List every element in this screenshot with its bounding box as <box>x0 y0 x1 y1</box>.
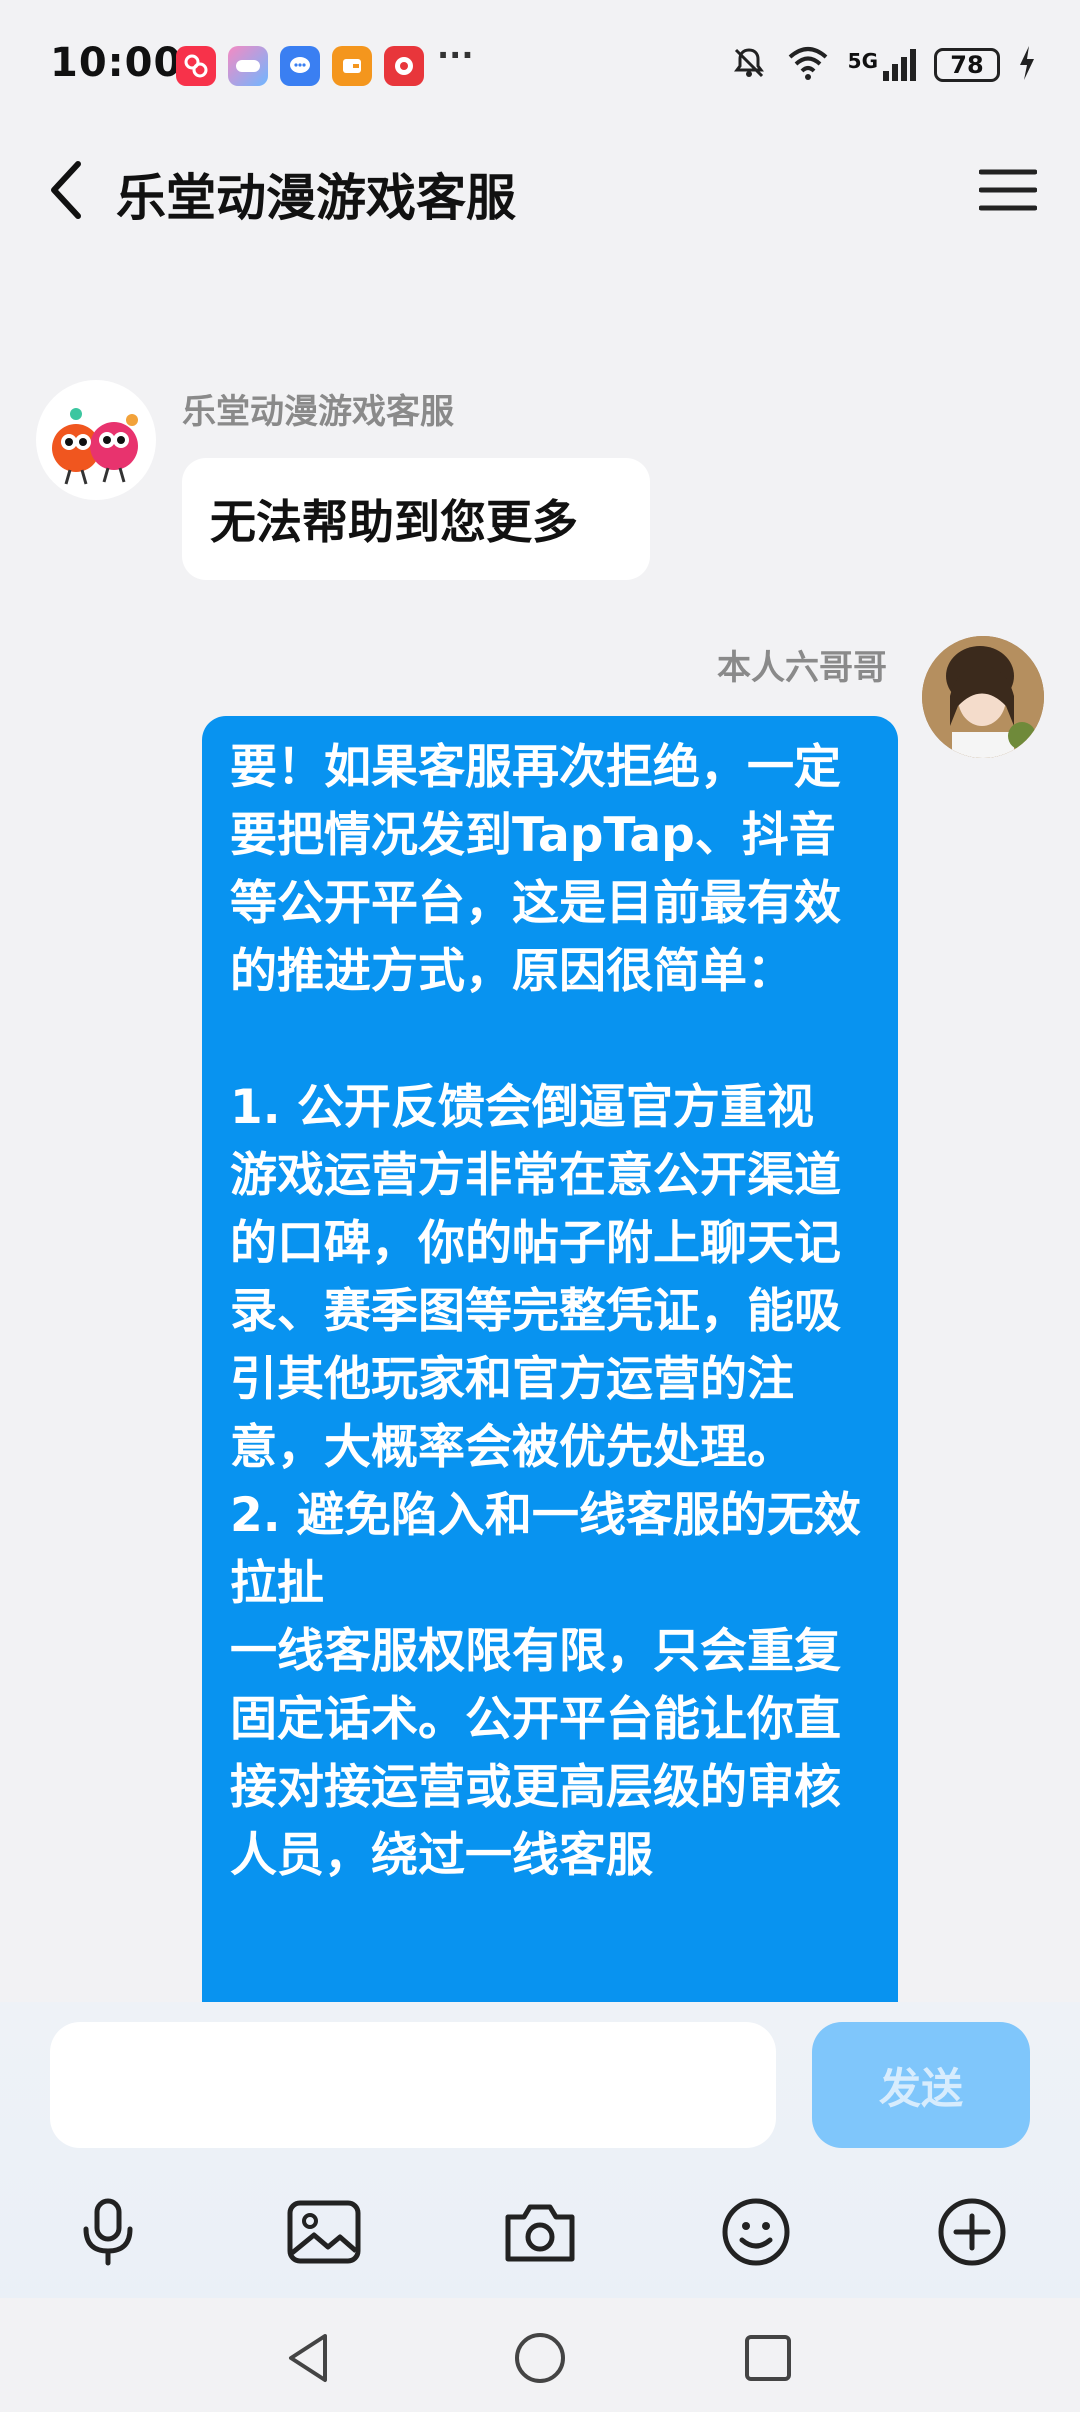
message-app-icon <box>280 46 320 86</box>
wallet-app-icon <box>332 46 372 86</box>
menu-button[interactable] <box>972 154 1044 226</box>
sender-name: 乐堂动漫游戏客服 <box>182 392 454 432</box>
sender-name: 本人六哥哥 <box>717 648 887 688</box>
mute-icon <box>730 44 768 86</box>
recents-square-icon <box>745 2335 791 2381</box>
notification-app-icons <box>176 46 424 86</box>
chat-title: 乐堂动漫游戏客服 <box>116 169 516 227</box>
back-button[interactable] <box>36 154 96 226</box>
more-actions-button[interactable] <box>922 2182 1022 2282</box>
status-more-icon: ··· <box>437 36 474 74</box>
avatar[interactable] <box>36 380 156 500</box>
emoji-button[interactable] <box>706 2182 806 2282</box>
back-triangle-icon <box>289 2334 327 2382</box>
emoji-icon <box>722 2198 790 2266</box>
nav-home-button[interactable] <box>500 2318 580 2398</box>
wifi-icon <box>786 45 830 85</box>
battery-indicator: 78 <box>934 48 1000 82</box>
home-circle-icon <box>515 2333 565 2383</box>
microphone-icon <box>83 2198 133 2266</box>
battery-level: 78 <box>950 51 984 79</box>
signal-icon: 5G <box>848 49 916 81</box>
message-bubble-received[interactable]: 无法帮助到您更多 <box>182 458 650 580</box>
message-input[interactable] <box>50 2022 776 2148</box>
game-app-icon <box>228 46 268 86</box>
nav-back-button[interactable] <box>268 2318 348 2398</box>
chat-header: 乐堂动漫游戏客服 <box>0 140 1080 240</box>
customer-service-avatar-icon <box>52 408 138 485</box>
send-button[interactable]: 发送 <box>812 2022 1030 2148</box>
status-bar: 10:00 ··· 5G 78 <box>0 0 1080 130</box>
charging-icon <box>1018 46 1036 84</box>
status-indicators: 5G 78 <box>730 44 1036 86</box>
input-toolbar <box>0 2182 1080 2302</box>
chat-message-list[interactable]: 乐堂动漫游戏客服 无法帮助到您更多 本人六哥哥 要！如果客服再次拒绝，一定要把情… <box>0 240 1080 2002</box>
game-app-icon-2 <box>384 46 424 86</box>
camera-button[interactable] <box>490 2182 590 2282</box>
message-bubble-sent[interactable]: 要！如果客服再次拒绝，一定要把情况发到TapTap、抖音等公开平台，这是目前最有… <box>202 716 898 2002</box>
network-type: 5G <box>847 49 878 73</box>
image-button[interactable] <box>274 2182 374 2282</box>
status-time: 10:00 <box>50 40 183 86</box>
hamburger-menu-icon <box>979 169 1037 211</box>
system-navigation-bar <box>0 2298 1080 2412</box>
avatar[interactable] <box>922 636 1044 758</box>
image-icon <box>287 2200 361 2264</box>
nav-recents-button[interactable] <box>728 2318 808 2398</box>
plus-icon <box>938 2198 1006 2266</box>
voice-button[interactable] <box>58 2182 158 2282</box>
user-avatar-icon <box>922 636 1044 758</box>
app-notification-icon <box>176 46 216 86</box>
back-arrow-icon <box>51 161 81 219</box>
camera-icon <box>505 2204 575 2262</box>
